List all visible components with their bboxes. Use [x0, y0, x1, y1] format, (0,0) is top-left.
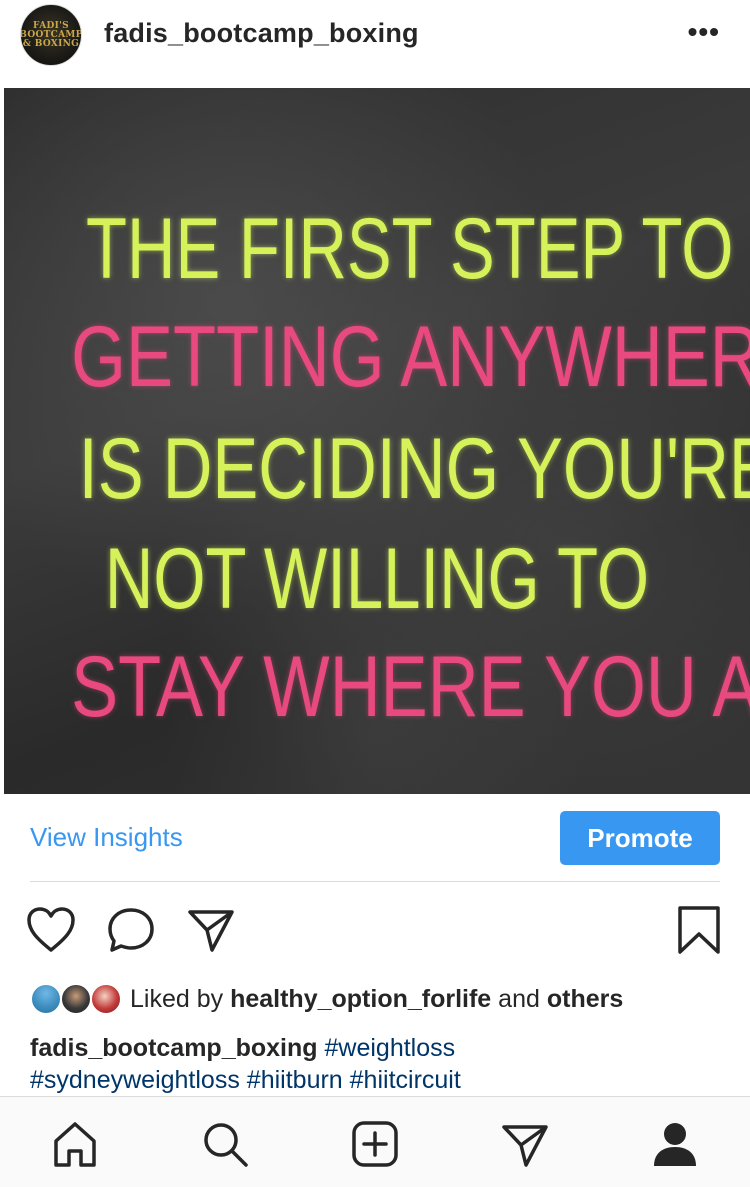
- post-header: FADI'S BOOTCAMP & BOXING fadis_bootcamp_…: [0, 0, 750, 88]
- liked-by[interactable]: Liked by healthy_option_forlife and othe…: [30, 980, 623, 1018]
- hashtag[interactable]: #sydneyweightloss: [30, 1066, 240, 1094]
- view-insights-link[interactable]: View Insights: [30, 822, 183, 853]
- liker-avatar: [60, 983, 92, 1015]
- nav-activity[interactable]: [498, 1117, 552, 1171]
- post-image[interactable]: THE FIRST STEP TO GETTING ANYWHERE IS DE…: [4, 88, 750, 794]
- hashtag[interactable]: #hiitcircuit: [350, 1066, 461, 1094]
- liker-avatars: [30, 981, 122, 1017]
- post-username[interactable]: fadis_bootcamp_boxing: [104, 18, 419, 49]
- divider: [30, 881, 720, 882]
- liked-by-text: Liked by healthy_option_forlife and othe…: [130, 985, 623, 1014]
- post-caption: fadis_bootcamp_boxing #weightloss #sydne…: [30, 1032, 730, 1096]
- promote-button[interactable]: Promote: [560, 811, 720, 865]
- home-icon: [54, 1122, 96, 1167]
- more-options-icon[interactable]: •••: [688, 18, 720, 46]
- quote-line-4: NOT WILLING TO: [104, 531, 650, 627]
- liked-by-user[interactable]: healthy_option_forlife: [230, 985, 491, 1013]
- liked-by-others[interactable]: others: [547, 985, 623, 1013]
- liked-by-joiner: and: [498, 984, 540, 1013]
- liked-by-prefix: Liked by: [130, 984, 224, 1013]
- new-post-icon: [352, 1121, 398, 1167]
- quote-line-2: GETTING ANYWHERE: [71, 309, 750, 405]
- bookmark-icon[interactable]: [676, 904, 722, 956]
- avatar-logo: FADI'S BOOTCAMP & BOXING: [20, 20, 82, 49]
- nav-home[interactable]: [48, 1117, 102, 1171]
- nav-profile[interactable]: [648, 1117, 702, 1171]
- share-icon[interactable]: [186, 906, 236, 954]
- quote-line-5: STAY WHERE YOU ARE.: [71, 639, 750, 735]
- profile-icon: [654, 1123, 696, 1166]
- caption-author[interactable]: fadis_bootcamp_boxing: [30, 1034, 318, 1062]
- heart-icon[interactable]: [26, 906, 76, 954]
- nav-search[interactable]: [198, 1117, 252, 1171]
- bottom-nav: [0, 1096, 750, 1187]
- quote-text: THE FIRST STEP TO GETTING ANYWHERE IS DE…: [4, 88, 750, 794]
- liker-avatar: [30, 983, 62, 1015]
- search-icon: [204, 1123, 248, 1167]
- quote-line-3: IS DECIDING YOU'RE: [78, 421, 750, 517]
- liker-avatar: [90, 983, 122, 1015]
- comment-icon[interactable]: [106, 906, 156, 954]
- hashtag[interactable]: #weightloss: [325, 1034, 456, 1062]
- hashtag[interactable]: #hiitburn: [247, 1066, 343, 1094]
- post-actions: [0, 900, 750, 960]
- nav-new-post[interactable]: [348, 1117, 402, 1171]
- activity-icon: [502, 1125, 548, 1167]
- avatar[interactable]: FADI'S BOOTCAMP & BOXING: [20, 4, 82, 66]
- quote-line-1: THE FIRST STEP TO: [86, 201, 734, 297]
